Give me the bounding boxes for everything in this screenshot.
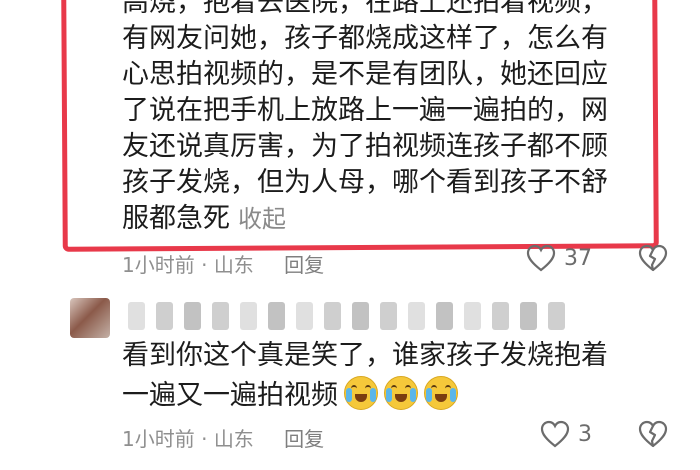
like-count: 3 [578,421,592,447]
collapse-link[interactable]: 收起 [238,205,286,233]
comment-1-line: 了说在把手机上放路上一遍一遍拍的，网 [122,95,608,126]
crying-laughing-emoji-icon [424,376,458,410]
heart-icon [540,420,570,448]
meta-separator: · [201,253,208,277]
comment-location: 山东 [213,253,254,277]
blurred-username[interactable] [128,302,565,330]
comment-1-line: 孩子发烧，但为人母，哪个看到孩子不舒 [122,167,608,198]
comment-1-body: 高烧，抱着去医院，在路上还拍着视频， 有网友问她，孩子都烧成这样了，怎么有 心思… [122,0,642,237]
meta-separator: · [201,427,208,451]
comment-2-last-line: 一遍又一遍拍视频 [122,376,608,414]
comment-time: 1小时前 [122,427,195,451]
comment-1-dislike-button[interactable] [638,244,668,272]
comment-2-dislike-button[interactable] [638,420,668,448]
comment-thread-screen: 高烧，抱着去医院，在路上还拍着视频， 有网友问她，孩子都烧成这样了，怎么有 心思… [0,0,700,470]
comment-time: 1小时前 [122,253,195,277]
comment-location: 山东 [213,427,254,451]
heart-icon [526,244,556,272]
crying-laughing-emoji-icon [384,376,418,410]
comment-1-meta: 1小时前 · 山东 回复 [122,249,324,278]
broken-heart-icon [638,244,668,272]
avatar[interactable] [70,298,110,338]
like-count: 37 [564,245,592,271]
comment-1-last-line: 服都急死 收起 [122,201,642,237]
reply-button[interactable]: 回复 [284,253,324,277]
comment-1-line: 有网友问她，孩子都烧成这样了，怎么有 [122,23,608,54]
comment-1-like-button[interactable]: 37 [526,244,592,272]
comment-2-body: 看到你这个真是笑了，谁家孩子发烧抱着 一遍又一遍拍视频 [122,338,608,414]
reply-button[interactable]: 回复 [284,427,324,451]
comment-2-like-button[interactable]: 3 [540,420,592,448]
crying-laughing-emoji-icon [344,376,378,410]
comment-1-line: 友还说真厉害，为了拍视频连孩子都不顾 [122,131,608,162]
comment-1-line: 服都急死 [122,203,230,234]
comment-1-line: 心思拍视频的，是不是有团队，她还回应 [122,59,608,90]
comment-2-line: 一遍又一遍拍视频 [122,380,338,411]
comment-1-line: 高烧，抱着去医院，在路上还拍着视频， [122,0,608,18]
comment-2-line: 看到你这个真是笑了，谁家孩子发烧抱着 [122,340,608,371]
comment-2-meta: 1小时前 · 山东 回复 [122,423,324,452]
broken-heart-icon [638,420,668,448]
